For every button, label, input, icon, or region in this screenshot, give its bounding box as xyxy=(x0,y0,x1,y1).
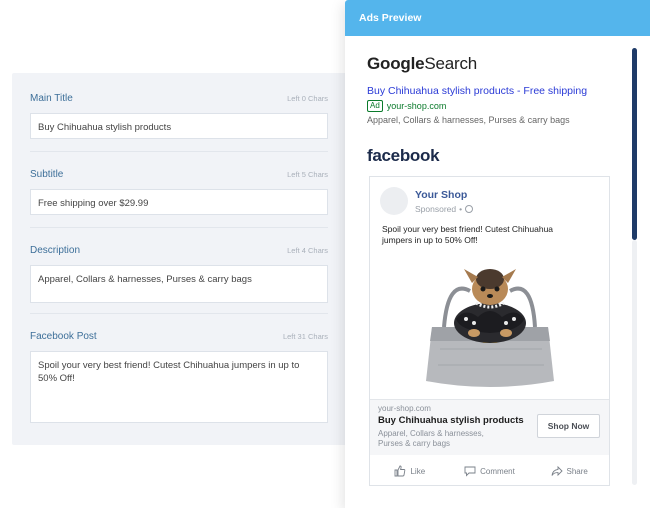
link-domain: your-shop.com xyxy=(378,404,431,413)
google-ad-url: your-shop.com xyxy=(386,101,447,111)
google-ad-description: Apparel, Collars & harnesses, Purses & c… xyxy=(367,115,570,125)
scrollbar-thumb[interactable] xyxy=(632,48,637,240)
facebook-ad-card: Your Shop Sponsored • Spoil your very be… xyxy=(369,176,610,486)
sponsored-label: Sponsored xyxy=(415,204,457,214)
share-icon xyxy=(551,465,563,477)
main-title-label: Main Title xyxy=(30,93,73,104)
divider xyxy=(30,313,328,314)
google-ad-title-link[interactable]: Buy Chihuahua stylish products - Free sh… xyxy=(367,85,587,97)
link-description: Apparel, Collars & harnesses, Purses & c… xyxy=(378,429,484,449)
main-title-input[interactable]: Buy Chihuahua stylish products xyxy=(30,113,328,139)
link-headline: Buy Chihuahua stylish products xyxy=(378,415,524,426)
description-char-count: Left 4 Chars xyxy=(287,246,328,255)
google-search-logo: GoogleSearch xyxy=(367,54,477,74)
facebook-action-bar: Like Comment Share xyxy=(370,457,609,485)
facebook-post-char-count: Left 31 Chars xyxy=(282,332,328,341)
subtitle-label: Subtitle xyxy=(30,169,64,180)
sponsored-row: Sponsored • xyxy=(415,204,474,214)
page-avatar xyxy=(380,187,408,215)
comment-button[interactable]: Comment xyxy=(450,465,530,477)
ads-preview-header: Ads Preview xyxy=(345,0,650,36)
comment-label: Comment xyxy=(480,466,515,476)
main-title-char-count: Left 0 Chars xyxy=(287,94,328,103)
ad-form-panel: Main Title Left 0 Chars Buy Chihuahua st… xyxy=(12,73,354,445)
comment-icon xyxy=(464,466,476,477)
subtitle-input[interactable]: Free shipping over $29.99 xyxy=(30,189,328,215)
main-title-field: Main Title Left 0 Chars Buy Chihuahua st… xyxy=(30,93,328,139)
facebook-page-name[interactable]: Your Shop xyxy=(415,189,467,201)
description-label: Description xyxy=(30,245,81,256)
google-ad-url-row: Ad your-shop.com xyxy=(367,100,446,112)
divider xyxy=(30,227,328,228)
google-wordmark: Google xyxy=(367,54,425,73)
product-image xyxy=(370,249,609,397)
description-input[interactable]: Apparel, Collars & harnesses, Purses & c… xyxy=(30,265,328,303)
thumbs-up-icon xyxy=(395,465,406,477)
description-field: Description Left 4 Chars Apparel, Collar… xyxy=(30,245,328,303)
facebook-logo: facebook xyxy=(367,146,440,165)
search-wordmark: Search xyxy=(424,54,478,73)
divider xyxy=(30,151,328,152)
facebook-post-label: Facebook Post xyxy=(30,331,97,342)
globe-icon xyxy=(465,205,474,213)
share-button[interactable]: Share xyxy=(529,465,609,477)
shop-now-button[interactable]: Shop Now xyxy=(537,414,600,438)
ad-badge: Ad xyxy=(367,100,383,112)
facebook-post-field: Facebook Post Left 31 Chars Spoil your v… xyxy=(30,331,328,423)
subtitle-char-count: Left 5 Chars xyxy=(287,170,328,179)
scrollbar-track[interactable] xyxy=(632,240,637,485)
share-label: Share xyxy=(566,466,588,476)
like-button[interactable]: Like xyxy=(370,465,450,477)
ads-preview-panel: Ads Preview GoogleSearch Buy Chihuahua s… xyxy=(345,0,650,508)
subtitle-field: Subtitle Left 5 Chars Free shipping over… xyxy=(30,169,328,215)
facebook-post-text: Spoil your very best friend! Cutest Chih… xyxy=(382,224,554,246)
dot-separator: • xyxy=(459,204,463,214)
facebook-link-preview[interactable]: your-shop.com Buy Chihuahua stylish prod… xyxy=(370,399,609,455)
like-label: Like xyxy=(410,466,426,476)
facebook-post-input[interactable]: Spoil your very best friend! Cutest Chih… xyxy=(30,351,328,423)
